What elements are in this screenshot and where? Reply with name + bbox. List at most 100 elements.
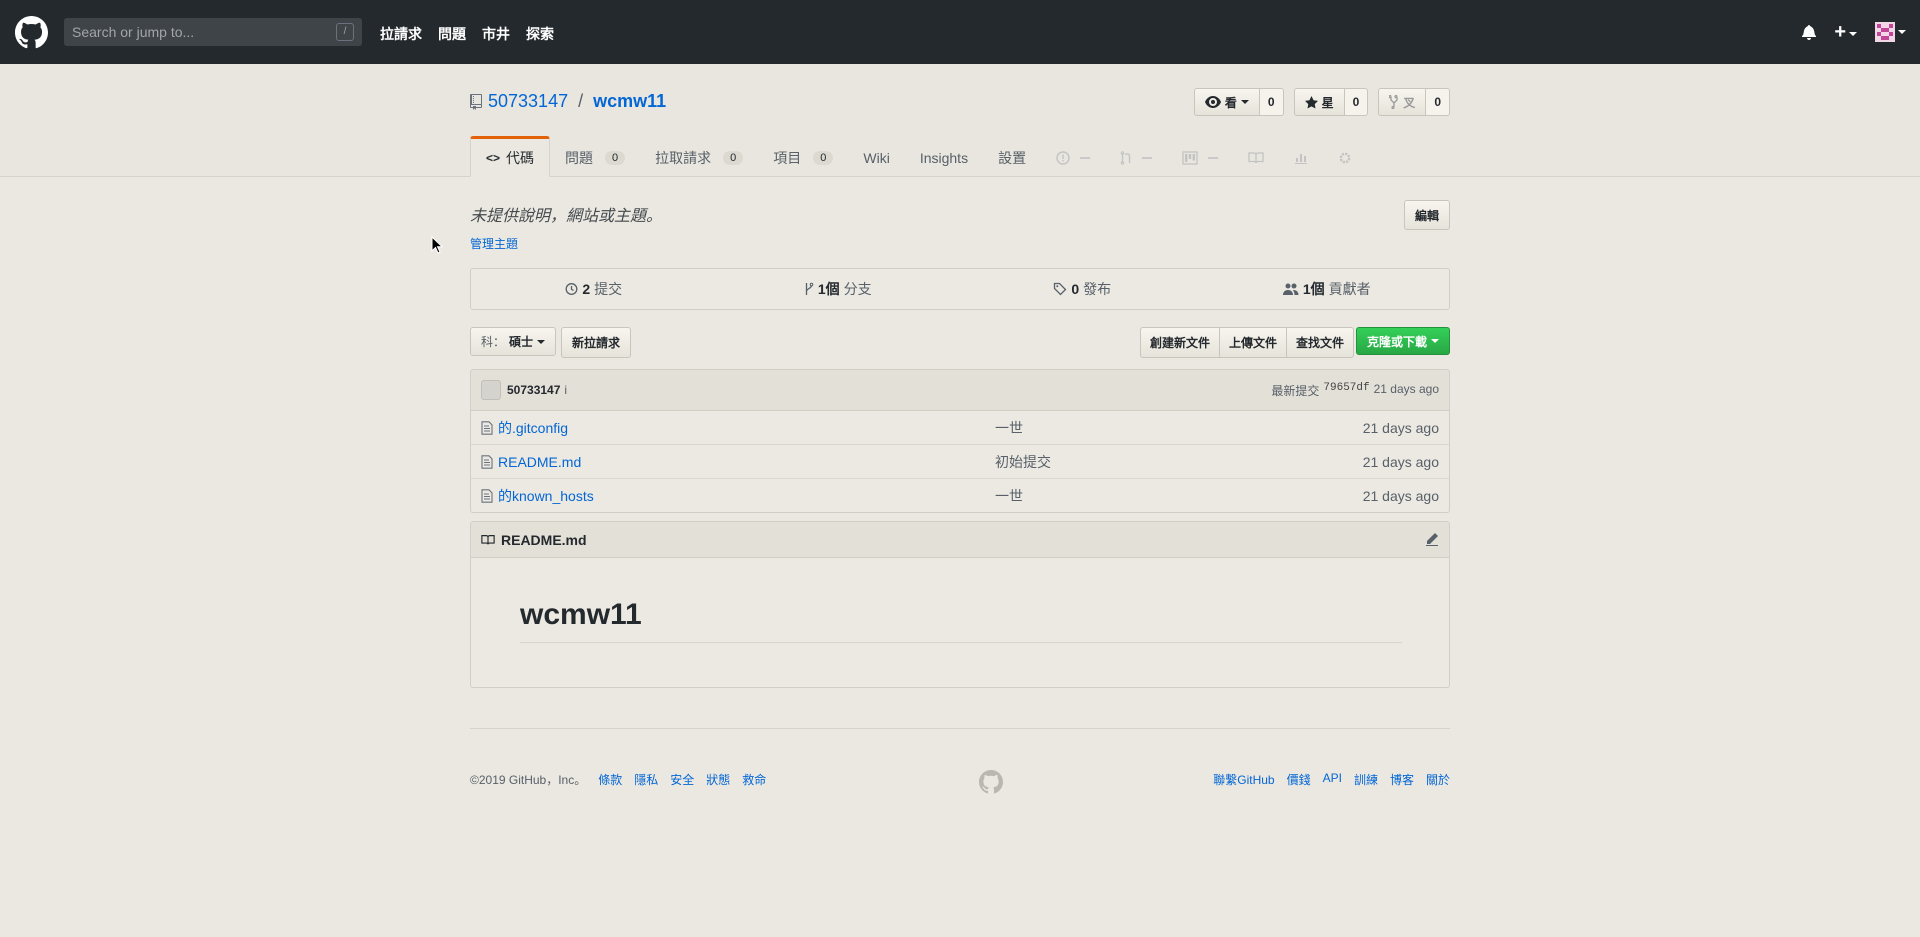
nav-marketplace[interactable]: 市井 — [482, 24, 510, 44]
search-box[interactable]: / — [64, 18, 362, 46]
tab-projects-label: 項目 — [773, 149, 802, 166]
footer-left: ©2019 GitHub，Inc。 條款 隱私 安全 狀態 救命 — [470, 771, 766, 788]
file-commit-message[interactable]: 一世 — [995, 418, 1023, 438]
history-icon — [565, 283, 578, 295]
settings-ghost-tab[interactable] — [1323, 136, 1367, 176]
footer-link-terms[interactable]: 條款 — [598, 771, 622, 788]
code-icon: <> — [486, 150, 501, 165]
file-name-link[interactable]: 的.gitconfig — [498, 418, 568, 438]
star-button[interactable]: 星 — [1293, 88, 1345, 116]
commit-author-avatar[interactable] — [481, 380, 501, 400]
footer-link-privacy[interactable]: 隱私 — [634, 771, 658, 788]
nav-explore[interactable]: 探索 — [526, 24, 554, 44]
bell-icon[interactable] — [1802, 24, 1817, 40]
commit-message-toggle[interactable]: i — [564, 383, 567, 397]
site-footer: ©2019 GitHub，Inc。 條款 隱私 安全 狀態 救命 聯繫GitHu… — [470, 728, 1450, 794]
file-row: 的.gitconfig 一世 21 days ago — [471, 411, 1449, 444]
footer-link-pricing[interactable]: 價錢 — [1287, 771, 1311, 788]
fork-button[interactable]: 叉 — [1378, 88, 1427, 116]
footer-link-contact[interactable]: 聯繫GitHub — [1213, 771, 1274, 788]
clone-download-label: 克隆或下載 — [1366, 334, 1427, 349]
contributors-label: 貢獻者 — [1328, 281, 1371, 297]
repo-header: 50733147 / wcmw11 看 0 星 0 叉 0 <> 代碼 問題 0… — [0, 64, 1920, 177]
commits-summary[interactable]: 2 提交 — [471, 269, 716, 309]
file-name-link[interactable]: 的known_hosts — [498, 486, 594, 506]
fork-label: 叉 — [1403, 95, 1416, 110]
footer-link-status[interactable]: 狀態 — [706, 771, 730, 788]
watch-group: 看 0 — [1193, 88, 1284, 116]
repo-path-separator: / — [578, 91, 584, 111]
new-pull-request-button[interactable]: 新拉請求 — [561, 327, 632, 358]
footer-right: 聯繫GitHub 價錢 API 訓練 博客 關於 — [1213, 771, 1450, 788]
footer-link-security[interactable]: 安全 — [670, 771, 694, 788]
github-mark-icon[interactable] — [979, 770, 1003, 794]
user-menu[interactable] — [1875, 22, 1906, 42]
file-icon — [481, 420, 493, 435]
footer-link-help[interactable]: 救命 — [742, 771, 766, 788]
branch-name: 碩士 — [509, 335, 534, 349]
contributors-summary[interactable]: 1個 貢獻者 — [1205, 269, 1450, 309]
repo-icon — [470, 93, 482, 110]
placeholder-dash — [1080, 156, 1091, 159]
footer-copyright: ©2019 GitHub，Inc。 — [470, 773, 587, 787]
star-count[interactable]: 0 — [1344, 88, 1369, 116]
pencil-icon[interactable] — [1425, 532, 1439, 546]
projects-counter: 0 — [813, 150, 834, 165]
graph-icon — [1295, 153, 1308, 164]
find-file-button[interactable]: 查找文件 — [1285, 327, 1354, 358]
footer-link-about[interactable]: 關於 — [1426, 771, 1450, 788]
commit-sha[interactable]: 79657df — [1323, 382, 1369, 399]
branches-summary[interactable]: 1個 分支 — [716, 269, 961, 309]
placeholder-dash — [1208, 156, 1219, 159]
watch-count[interactable]: 0 — [1259, 88, 1284, 116]
upload-files-button[interactable]: 上傳文件 — [1218, 327, 1287, 358]
placeholder-dash — [1142, 156, 1153, 159]
issues-ghost-tab[interactable] — [1041, 136, 1105, 176]
github-logo-icon[interactable] — [15, 16, 48, 49]
pull-requests-ghost-tab[interactable] — [1105, 136, 1167, 176]
footer-link-api[interactable]: API — [1323, 771, 1342, 788]
nav-issues[interactable]: 問題 — [438, 24, 466, 44]
eye-icon — [1204, 96, 1221, 108]
file-age: 21 days ago — [1362, 419, 1439, 436]
tab-settings[interactable]: 設置 — [983, 136, 1041, 176]
tab-projects[interactable]: 項目 0 — [758, 136, 848, 176]
fork-count[interactable]: 0 — [1426, 88, 1450, 116]
repo-name-link[interactable]: wcmw11 — [593, 91, 666, 112]
create-new-file-button[interactable]: 創建新文件 — [1139, 327, 1220, 358]
tab-wiki[interactable]: Wiki — [848, 136, 904, 176]
tab-issues[interactable]: 問題 0 — [550, 136, 640, 176]
branches-label: 分支 — [843, 281, 872, 297]
commit-age: 21 days ago — [1373, 381, 1439, 396]
star-group: 星 0 — [1293, 88, 1369, 116]
clone-download-button[interactable]: 克隆或下載 — [1355, 327, 1450, 355]
commit-author[interactable]: 50733147 — [507, 383, 560, 397]
file-commit-message[interactable]: 一世 — [995, 486, 1023, 506]
plus-icon: + — [1834, 20, 1846, 43]
tab-code[interactable]: <> 代碼 — [470, 136, 551, 177]
file-name-link[interactable]: README.md — [498, 454, 581, 470]
wiki-ghost-tab[interactable] — [1233, 136, 1279, 176]
file-commit-message[interactable]: 初始提交 — [995, 452, 1051, 472]
tab-pull-requests[interactable]: 拉取請求 0 — [640, 136, 758, 176]
footer-link-blog[interactable]: 博客 — [1390, 771, 1414, 788]
commits-label: 提交 — [594, 281, 623, 297]
edit-description-button[interactable]: 編輯 — [1404, 200, 1450, 230]
watch-button[interactable]: 看 — [1193, 88, 1260, 116]
manage-topics-link[interactable]: 管理主題 — [470, 235, 518, 252]
tab-insights[interactable]: Insights — [905, 136, 983, 176]
branch-select-button[interactable]: 科： 碩士 — [470, 327, 557, 356]
projects-ghost-tab[interactable] — [1167, 136, 1233, 176]
contributors-count: 1個 — [1302, 281, 1325, 297]
insights-ghost-tab[interactable] — [1279, 136, 1323, 176]
repo-owner-link[interactable]: 50733147 — [488, 91, 568, 112]
repo-numbers-summary: 2 提交 1個 分支 0 發布 1個 貢獻者 — [470, 268, 1450, 310]
search-input[interactable] — [64, 18, 330, 46]
readme-filename: README.md — [501, 531, 587, 548]
footer-link-training[interactable]: 訓練 — [1354, 771, 1378, 788]
releases-summary[interactable]: 0 發布 — [960, 269, 1205, 309]
create-new-menu[interactable]: + — [1834, 20, 1857, 43]
nav-pull-requests[interactable]: 拉請求 — [380, 24, 422, 44]
repo-actions: 看 0 星 0 叉 0 — [1193, 88, 1450, 116]
latest-commit-label: 最新提交 — [1271, 383, 1320, 398]
